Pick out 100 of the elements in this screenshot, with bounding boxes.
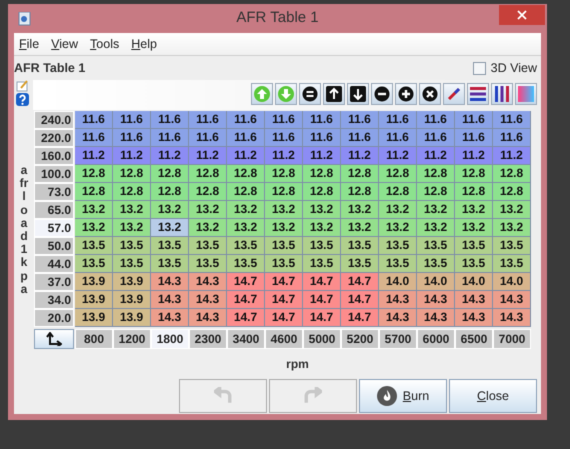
table-cell[interactable]: 13.2: [379, 219, 417, 237]
table-cell[interactable]: 14.7: [227, 309, 265, 327]
table-cell[interactable]: 14.3: [417, 309, 455, 327]
table-cell[interactable]: 13.2: [303, 219, 341, 237]
table-cell[interactable]: 12.8: [113, 183, 151, 201]
table-cell[interactable]: 11.2: [417, 147, 455, 165]
plus-icon[interactable]: [395, 83, 417, 105]
table-cell[interactable]: 12.8: [417, 183, 455, 201]
table-cell[interactable]: 14.3: [189, 273, 227, 291]
table-cell[interactable]: 11.2: [303, 147, 341, 165]
table-cell[interactable]: 13.9: [113, 273, 151, 291]
column-header[interactable]: 3400: [227, 329, 265, 349]
table-cell[interactable]: 11.6: [493, 111, 531, 129]
row-header[interactable]: 65.0: [34, 201, 74, 219]
table-cell[interactable]: 14.3: [189, 309, 227, 327]
table-cell[interactable]: 11.6: [151, 129, 189, 147]
table-cell[interactable]: 12.8: [227, 165, 265, 183]
table-cell[interactable]: 12.8: [227, 183, 265, 201]
close-button[interactable]: [499, 5, 545, 25]
table-cell[interactable]: 12.8: [189, 183, 227, 201]
column-header[interactable]: 800: [75, 329, 113, 349]
table-cell[interactable]: 12.8: [75, 165, 113, 183]
table-cell[interactable]: 13.5: [227, 255, 265, 273]
table-cell[interactable]: 11.6: [341, 111, 379, 129]
arrow-up-icon[interactable]: [323, 83, 345, 105]
multiply-icon[interactable]: [419, 83, 441, 105]
row-header[interactable]: 220.0: [34, 129, 74, 147]
table-cell[interactable]: 13.2: [417, 219, 455, 237]
row-header[interactable]: 160.0: [34, 147, 74, 165]
table-cell[interactable]: 13.5: [265, 255, 303, 273]
table-cell[interactable]: 13.2: [151, 219, 189, 237]
table-cell[interactable]: 13.5: [151, 255, 189, 273]
table-cell[interactable]: 13.5: [227, 237, 265, 255]
column-header[interactable]: 5700: [379, 329, 417, 349]
table-cell[interactable]: 13.2: [265, 219, 303, 237]
table-cell[interactable]: 13.9: [75, 309, 113, 327]
table-cell[interactable]: 12.8: [341, 183, 379, 201]
table-cell[interactable]: 13.5: [303, 237, 341, 255]
table-cell[interactable]: 11.6: [75, 129, 113, 147]
table-cell[interactable]: 11.6: [455, 111, 493, 129]
table-cell[interactable]: 14.7: [303, 309, 341, 327]
checkbox[interactable]: [472, 62, 486, 74]
table-cell[interactable]: 11.2: [493, 147, 531, 165]
table-cell[interactable]: 12.8: [151, 183, 189, 201]
table-cell[interactable]: 12.8: [379, 165, 417, 183]
table-cell[interactable]: 12.8: [265, 183, 303, 201]
table-cell[interactable]: 14.3: [151, 291, 189, 309]
row-header[interactable]: 44.0: [34, 255, 74, 273]
table-cell[interactable]: 11.6: [379, 129, 417, 147]
table-cell[interactable]: 13.2: [417, 201, 455, 219]
row-header[interactable]: 57.0: [34, 219, 74, 237]
table-cell[interactable]: 13.5: [75, 255, 113, 273]
table-cell[interactable]: 14.3: [455, 309, 493, 327]
table-cell[interactable]: 13.2: [455, 219, 493, 237]
table-cell[interactable]: 12.8: [75, 183, 113, 201]
minus-icon[interactable]: [371, 83, 393, 105]
table-cell[interactable]: 11.6: [189, 111, 227, 129]
row-header[interactable]: 50.0: [34, 237, 74, 255]
table-cell[interactable]: 11.6: [417, 129, 455, 147]
table-cell[interactable]: 12.8: [113, 165, 151, 183]
table-cell[interactable]: 11.2: [75, 147, 113, 165]
table-cell[interactable]: 14.3: [151, 273, 189, 291]
arrow-down-icon[interactable]: [347, 83, 369, 105]
table-cell[interactable]: 11.6: [113, 129, 151, 147]
table-cell[interactable]: 13.5: [379, 255, 417, 273]
table-cell[interactable]: 14.3: [455, 291, 493, 309]
table-cell[interactable]: 13.2: [493, 219, 531, 237]
table-cell[interactable]: 11.6: [189, 129, 227, 147]
table-cell[interactable]: 11.2: [151, 147, 189, 165]
table-cell[interactable]: 13.5: [303, 255, 341, 273]
table-cell[interactable]: 12.8: [151, 165, 189, 183]
menu-item[interactable]: Tools: [90, 34, 120, 54]
row-header[interactable]: 240.0: [34, 111, 74, 129]
table-cell[interactable]: 13.5: [341, 255, 379, 273]
column-header[interactable]: 1200: [113, 329, 151, 349]
table-cell[interactable]: 14.7: [341, 273, 379, 291]
row-header[interactable]: 73.0: [34, 183, 74, 201]
table-cell[interactable]: 13.5: [151, 237, 189, 255]
table-cell[interactable]: 13.2: [75, 201, 113, 219]
column-header[interactable]: 5200: [341, 329, 379, 349]
table-cell[interactable]: 14.7: [341, 291, 379, 309]
table-cell[interactable]: 11.6: [455, 129, 493, 147]
table-cell[interactable]: 13.5: [189, 255, 227, 273]
table-cell[interactable]: 14.0: [493, 273, 531, 291]
table-cell[interactable]: 13.2: [113, 201, 151, 219]
table-cell[interactable]: 14.3: [151, 309, 189, 327]
table-cell[interactable]: 11.6: [265, 129, 303, 147]
table-cell[interactable]: 11.6: [493, 129, 531, 147]
table-cell[interactable]: 11.6: [417, 111, 455, 129]
table-cell[interactable]: 11.6: [75, 111, 113, 129]
table-cell[interactable]: 14.3: [189, 291, 227, 309]
table-cell[interactable]: 13.5: [455, 237, 493, 255]
table-cell[interactable]: 12.8: [189, 165, 227, 183]
table-cell[interactable]: 12.8: [341, 165, 379, 183]
row-header[interactable]: 37.0: [34, 273, 74, 291]
table-cell[interactable]: 13.2: [189, 219, 227, 237]
table-cell[interactable]: 14.3: [379, 309, 417, 327]
column-header[interactable]: 7000: [493, 329, 531, 349]
table-cell[interactable]: 13.2: [303, 201, 341, 219]
table-cell[interactable]: 13.5: [493, 237, 531, 255]
